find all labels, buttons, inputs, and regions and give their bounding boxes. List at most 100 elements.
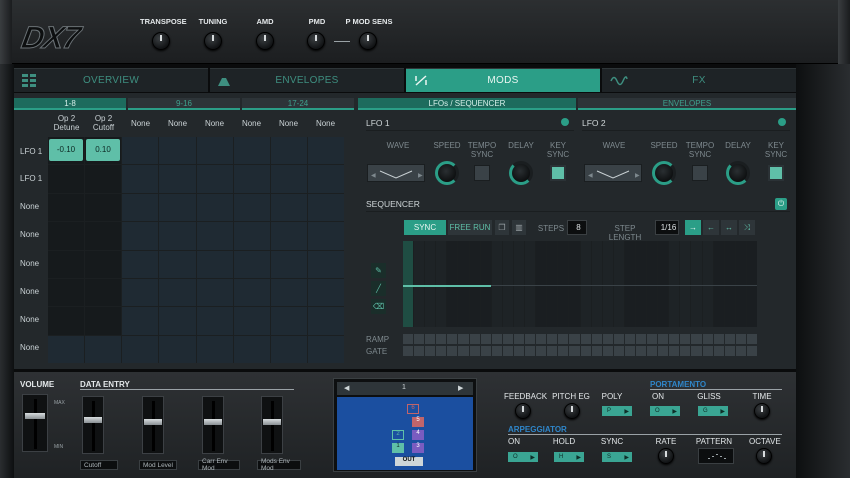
matrix-cell[interactable] <box>122 250 159 278</box>
ramp-step[interactable] <box>558 334 569 344</box>
matrix-cell[interactable] <box>159 222 196 250</box>
gate-step[interactable] <box>735 346 746 356</box>
matrix-cell[interactable] <box>196 250 233 278</box>
matrix-cell[interactable] <box>270 165 307 193</box>
matrix-cell[interactable] <box>270 137 307 165</box>
gate-step[interactable] <box>513 346 525 356</box>
matrix-cell[interactable] <box>233 165 270 193</box>
matrix-row-source[interactable]: None <box>20 287 39 296</box>
matrix-cell[interactable] <box>48 165 85 193</box>
ramp-step[interactable] <box>735 334 746 344</box>
amd-knob[interactable] <box>256 32 274 50</box>
matrix-cell[interactable] <box>159 335 196 363</box>
sequencer-step[interactable] <box>569 241 580 327</box>
ramp-step[interactable] <box>658 334 669 344</box>
gate-step[interactable] <box>702 346 713 356</box>
ramp-step[interactable] <box>569 334 580 344</box>
p-mod-sens-knob[interactable] <box>359 32 377 50</box>
mod-level-fader[interactable] <box>142 396 164 454</box>
matrix-row-source[interactable]: None <box>20 230 39 239</box>
sequencer-step[interactable] <box>624 241 635 327</box>
matrix-page-9-16[interactable]: 9-16 <box>128 98 240 110</box>
matrix-cell[interactable] <box>159 307 196 335</box>
transpose-knob[interactable] <box>152 32 170 50</box>
gate-step[interactable] <box>669 346 680 356</box>
ramp-step[interactable] <box>635 334 647 344</box>
sequencer-step[interactable] <box>724 241 735 327</box>
draw-line-icon[interactable]: ╱ <box>371 281 386 296</box>
ramp-step[interactable] <box>647 334 658 344</box>
gate-step[interactable] <box>580 346 591 356</box>
sequencer-step[interactable] <box>436 241 447 327</box>
ramp-step[interactable] <box>403 334 414 344</box>
ramp-row[interactable] <box>403 334 757 344</box>
gate-step[interactable] <box>414 346 425 356</box>
gate-step[interactable] <box>680 346 691 356</box>
matrix-cell[interactable] <box>233 193 270 222</box>
steps-value[interactable]: 8 <box>567 220 587 235</box>
matrix-cell[interactable] <box>307 307 344 335</box>
sequencer-step[interactable] <box>425 241 436 327</box>
hold-toggle[interactable]: H ▶ <box>554 452 584 462</box>
matrix-cell[interactable] <box>48 222 85 250</box>
sequencer-step[interactable] <box>735 241 746 327</box>
matrix-cell[interactable] <box>159 250 196 278</box>
tab-envelopes[interactable]: ENVELOPES <box>210 68 404 92</box>
tab-fx[interactable]: FX <box>602 68 796 92</box>
carr-env-mod-fader[interactable] <box>202 396 224 454</box>
sequencer-step[interactable] <box>491 241 502 327</box>
sequencer-step[interactable] <box>602 241 613 327</box>
lfo1-delay-knob[interactable] <box>509 161 533 185</box>
feedback-knob[interactable] <box>515 403 531 419</box>
lfo1-speed-knob[interactable] <box>435 161 459 185</box>
matrix-cell[interactable] <box>48 278 85 307</box>
gate-step[interactable] <box>480 346 491 356</box>
pattern-display[interactable] <box>698 448 734 464</box>
matrix-cell[interactable] <box>85 278 122 307</box>
ramp-step[interactable] <box>702 334 713 344</box>
gate-step[interactable] <box>469 346 480 356</box>
ramp-step[interactable] <box>746 334 757 344</box>
sequencer-step[interactable] <box>613 241 624 327</box>
sequencer-step[interactable] <box>480 241 491 327</box>
matrix-cell[interactable] <box>307 250 344 278</box>
matrix-cell[interactable] <box>196 222 233 250</box>
sequencer-power-icon[interactable]: ⏻ <box>775 198 787 210</box>
matrix-cell[interactable] <box>233 335 270 363</box>
gate-step[interactable] <box>658 346 669 356</box>
matrix-cell[interactable] <box>122 335 159 363</box>
ramp-step[interactable] <box>469 334 480 344</box>
ramp-step[interactable] <box>458 334 469 344</box>
matrix-cell[interactable] <box>85 335 122 363</box>
sequencer-step[interactable] <box>658 241 669 327</box>
matrix-cell[interactable] <box>159 137 196 165</box>
matrix-cell[interactable] <box>196 307 233 335</box>
octave-knob[interactable] <box>756 448 772 464</box>
lfo2-wave-selector[interactable]: ◀ ▶ <box>584 164 642 182</box>
sequencer-step[interactable] <box>680 241 691 327</box>
gate-step[interactable] <box>591 346 602 356</box>
direction-pingpong-icon[interactable]: ↔ <box>721 220 737 235</box>
sequencer-step[interactable] <box>580 241 591 327</box>
sync-button[interactable]: SYNC <box>404 220 446 235</box>
matrix-cell[interactable] <box>48 335 85 363</box>
matrix-cell[interactable] <box>196 278 233 307</box>
sequencer-step[interactable] <box>558 241 569 327</box>
matrix-cell[interactable] <box>48 307 85 335</box>
sequencer-step[interactable] <box>591 241 602 327</box>
arp-on-toggle[interactable]: O ▶ <box>508 452 538 462</box>
ramp-step[interactable] <box>491 334 502 344</box>
matrix-value-cell[interactable]: -0.10 <box>49 139 83 161</box>
tab-overview[interactable]: OVERVIEW <box>14 68 208 92</box>
matrix-cell[interactable] <box>233 222 270 250</box>
gate-step[interactable] <box>691 346 702 356</box>
ramp-step[interactable] <box>536 334 547 344</box>
gate-step[interactable] <box>558 346 569 356</box>
sequencer-step-grid[interactable] <box>403 241 757 327</box>
matrix-cell[interactable] <box>85 307 122 335</box>
gate-step[interactable] <box>569 346 580 356</box>
lfo1-wave-selector[interactable]: ◀ ▶ <box>367 164 425 182</box>
matrix-page-17-24[interactable]: 17-24 <box>242 98 354 110</box>
operator-6-box[interactable]: 6 <box>407 404 419 414</box>
matrix-cell[interactable] <box>270 307 307 335</box>
